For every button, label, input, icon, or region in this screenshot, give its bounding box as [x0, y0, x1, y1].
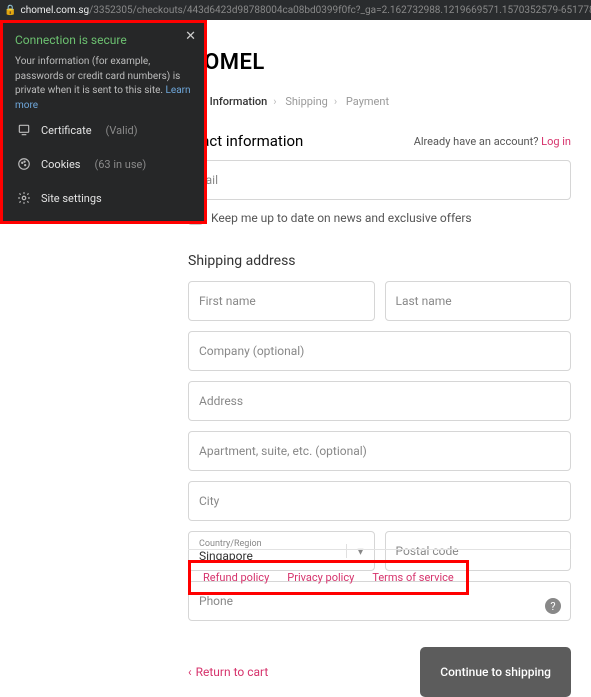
- crumb-information[interactable]: Information: [210, 95, 268, 108]
- account-prompt: Already have an account? Log in: [414, 135, 571, 148]
- shipping-title: Shipping address: [188, 253, 571, 269]
- checkout-main: HOMEL t› Information› Shipping› Payment …: [188, 20, 571, 697]
- secure-title: Connection is secure: [15, 33, 192, 47]
- privacy-policy-link[interactable]: Privacy policy: [287, 571, 354, 584]
- secure-description: Your information (for example, passwords…: [15, 55, 192, 113]
- certificate-label: Certificate: [41, 124, 92, 137]
- login-link[interactable]: Log in: [541, 135, 571, 148]
- site-settings-row[interactable]: Site settings: [15, 181, 192, 215]
- certificate-icon: [17, 123, 31, 137]
- url-domain: chomel.com.sg: [20, 5, 89, 16]
- contact-header: ntact information Already have an accoun…: [188, 132, 571, 150]
- url-trail: 6423d98788004ca08bd0399f0fc?_ga=2.162732…: [209, 5, 591, 16]
- certificate-row[interactable]: Certificate (Valid): [15, 113, 192, 147]
- close-icon[interactable]: ✕: [185, 29, 196, 44]
- apartment-field[interactable]: [188, 431, 571, 471]
- policy-links: Refund policy Privacy policy Terms of se…: [188, 560, 469, 595]
- marketing-opt-in[interactable]: Keep me up to date on news and exclusive…: [188, 210, 571, 225]
- checkout-footer: Refund policy Privacy policy Terms of se…: [188, 549, 571, 595]
- certificate-status: (Valid): [106, 124, 138, 137]
- breadcrumb: t› Information› Shipping› Payment: [188, 95, 571, 108]
- company-field[interactable]: [188, 331, 571, 371]
- url-path: /3352305/checkouts/443d: [89, 5, 209, 16]
- site-settings-label: Site settings: [41, 192, 102, 205]
- last-name-field[interactable]: [385, 281, 572, 321]
- email-field[interactable]: [188, 160, 571, 200]
- lock-icon: 🔒: [4, 5, 16, 16]
- chevron-left-icon: ‹: [188, 665, 192, 679]
- form-actions: ‹ Return to cart Continue to shipping: [188, 647, 571, 697]
- cookies-icon: [17, 157, 31, 171]
- cookies-status: (63 in use): [94, 158, 146, 171]
- return-label: Return to cart: [196, 665, 269, 679]
- continue-button[interactable]: Continue to shipping: [420, 647, 571, 697]
- refund-policy-link[interactable]: Refund policy: [203, 571, 269, 584]
- gear-icon: [17, 191, 31, 205]
- return-to-cart-link[interactable]: ‹ Return to cart: [188, 665, 268, 679]
- cookies-label: Cookies: [41, 158, 80, 171]
- crumb-payment: Payment: [346, 95, 389, 108]
- brand-title: HOMEL: [188, 50, 571, 75]
- terms-link[interactable]: Terms of service: [372, 571, 453, 584]
- address-bar[interactable]: 🔒 chomel.com.sg /3352305/checkouts/443d …: [0, 0, 591, 20]
- city-field[interactable]: [188, 481, 571, 521]
- have-account-text: Already have an account?: [414, 135, 541, 148]
- chevron-right-icon: ›: [334, 95, 337, 108]
- first-name-field[interactable]: [188, 281, 375, 321]
- footer-divider: [188, 549, 571, 550]
- crumb-shipping: Shipping: [285, 95, 328, 108]
- address-field[interactable]: [188, 381, 571, 421]
- site-info-popover: ✕ Connection is secure Your information …: [0, 20, 207, 224]
- country-label: Country/Region: [199, 539, 262, 549]
- chevron-right-icon: ›: [273, 95, 276, 108]
- help-icon[interactable]: ?: [545, 598, 561, 614]
- cookies-row[interactable]: Cookies (63 in use): [15, 147, 192, 181]
- marketing-label: Keep me up to date on news and exclusive…: [211, 211, 472, 225]
- secure-desc-text: Your information (for example, passwords…: [15, 56, 180, 96]
